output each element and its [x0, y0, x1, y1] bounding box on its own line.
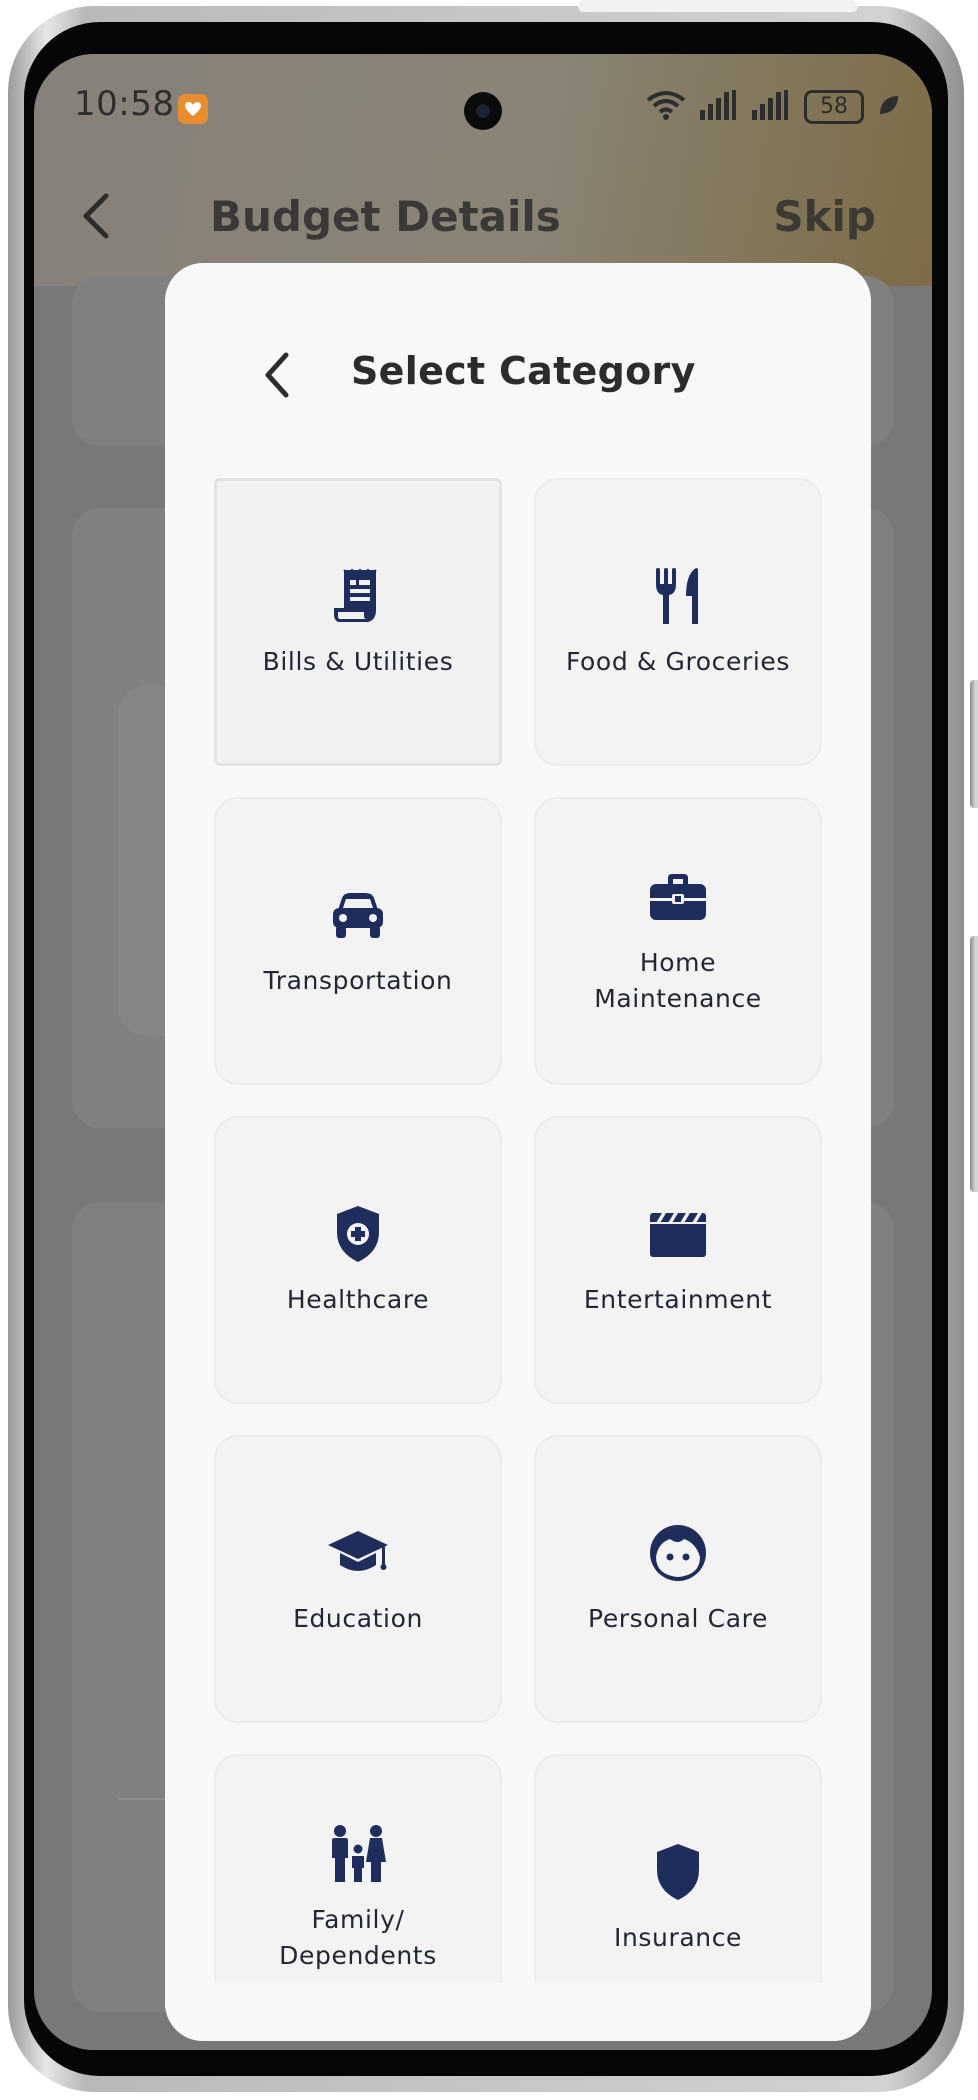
car-icon [326, 883, 390, 947]
face-icon [646, 1521, 710, 1585]
category-label: Personal Care [588, 1604, 768, 1633]
modal-title: Select Category [351, 349, 696, 393]
receipt-icon [326, 564, 390, 628]
category-label: Home Maintenance [594, 948, 762, 1013]
power-button [970, 936, 978, 1192]
signal-icon [700, 90, 738, 124]
category-tile-personal-care[interactable]: Personal Care [534, 1435, 822, 1723]
category-grid: Bills & Utilities Food & Groceries Trans… [214, 478, 822, 2041]
leaf-icon [878, 94, 900, 120]
category-tile-home-maintenance[interactable]: Home Maintenance [534, 797, 822, 1085]
category-label: Entertainment [583, 1285, 773, 1314]
toolbox-icon [646, 865, 710, 929]
notification-app-icon [178, 94, 208, 124]
category-tile-food-groceries[interactable]: Food & Groceries [534, 478, 822, 766]
category-label: Food & Groceries [565, 647, 791, 676]
shield-plus-icon [326, 1202, 390, 1266]
category-label: Insurance [613, 1923, 743, 1952]
modal-header: Select Category [165, 263, 871, 478]
front-camera [464, 92, 502, 130]
shield-icon [646, 1840, 710, 1904]
fork-knife-icon [646, 564, 710, 628]
phone-top-edge [578, 0, 858, 12]
background-back-icon [80, 192, 112, 244]
modal-bottom-padding [165, 1983, 871, 2041]
signal-icon-2 [752, 90, 790, 124]
category-tile-education[interactable]: Education [214, 1435, 502, 1723]
category-label: Education [293, 1604, 423, 1633]
category-tile-bills-utilities[interactable]: Bills & Utilities [214, 478, 502, 766]
graduation-cap-icon [326, 1521, 390, 1585]
volume-button [970, 680, 978, 808]
back-button[interactable] [253, 345, 301, 405]
clapperboard-icon [646, 1202, 710, 1266]
category-tile-healthcare[interactable]: Healthcare [214, 1116, 502, 1404]
chevron-left-icon [265, 352, 289, 398]
background-header: 10:58 58 Budget Details Skip [34, 54, 932, 286]
category-tile-transportation[interactable]: Transportation [214, 797, 502, 1085]
phone-screen: 10:58 58 Budget Details Skip Select Cate… [34, 54, 932, 2050]
device-stage: 10:58 58 Budget Details Skip Select Cate… [0, 0, 978, 2100]
wifi-icon [646, 90, 686, 124]
family-icon [326, 1822, 390, 1886]
category-label: Bills & Utilities [262, 647, 454, 676]
background-skip-button: Skip [773, 192, 876, 241]
category-label: Healthcare [286, 1285, 430, 1314]
background-page-title: Budget Details [210, 192, 561, 241]
select-category-modal: Select Category Bills & Utilities Food &… [165, 263, 871, 2041]
status-icons: 58 [646, 90, 900, 124]
category-label: Transportation [263, 966, 453, 995]
battery-indicator: 58 [804, 90, 864, 124]
status-time: 10:58 [74, 84, 175, 124]
category-tile-entertainment[interactable]: Entertainment [534, 1116, 822, 1404]
category-label: Family/ Dependents [279, 1905, 437, 1970]
